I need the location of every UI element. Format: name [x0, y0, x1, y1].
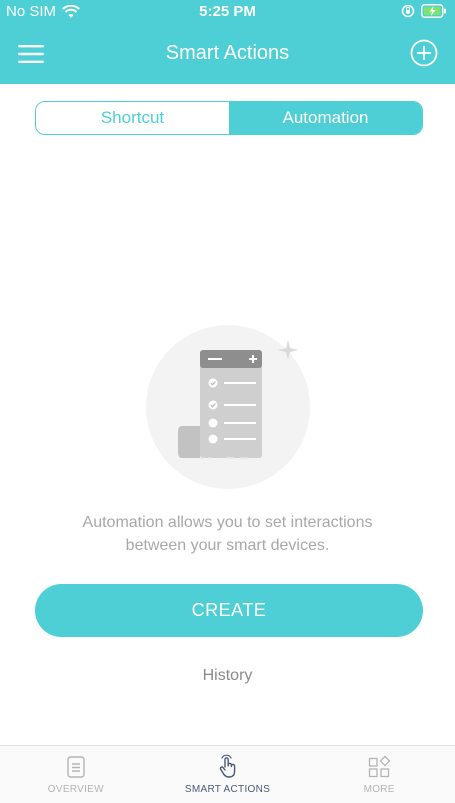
grid-diamond-icon: [369, 755, 391, 778]
tab-smart-actions[interactable]: SMART ACTIONS: [152, 746, 304, 803]
document-list-icon: [67, 756, 85, 778]
status-bar: No SIM 5:25 PM: [0, 0, 455, 24]
orientation-lock-icon: [401, 4, 415, 18]
empty-state-line-1: Automation allows you to set interaction…: [82, 514, 373, 531]
tab-smart-actions-label: SMART ACTIONS: [184, 784, 271, 795]
tab-more-label: MORE: [363, 784, 395, 795]
checklist-scroll-icon: [146, 325, 310, 489]
battery-charging-icon: [421, 4, 446, 18]
status-time: 5:25 PM: [199, 3, 256, 20]
tab-automation[interactable]: Automation: [229, 102, 422, 134]
tab-more[interactable]: MORE: [303, 746, 455, 803]
empty-state-message: Automation allows you to set interaction…: [30, 511, 425, 557]
navbar: Smart Actions: [0, 24, 455, 84]
hand-tap-icon: [219, 754, 235, 778]
tab-overview-label: OVERVIEW: [47, 784, 104, 795]
bottom-tab-bar: OVERVIEW SMART ACTIONS MORE: [0, 745, 455, 803]
history-link[interactable]: History: [0, 667, 455, 685]
tab-overview[interactable]: OVERVIEW: [0, 746, 152, 803]
tab-shortcut[interactable]: Shortcut: [36, 102, 229, 134]
plus-circle-icon[interactable]: [409, 38, 439, 68]
status-right: [401, 4, 447, 18]
page-title: Smart Actions: [165, 42, 290, 64]
create-button[interactable]: CREATE: [35, 584, 423, 637]
segmented-control: Shortcut Automation: [35, 101, 423, 135]
empty-state-line-2: between your smart devices.: [125, 537, 330, 554]
app-header: No SIM 5:25 PM Smart Actions: [0, 0, 455, 84]
